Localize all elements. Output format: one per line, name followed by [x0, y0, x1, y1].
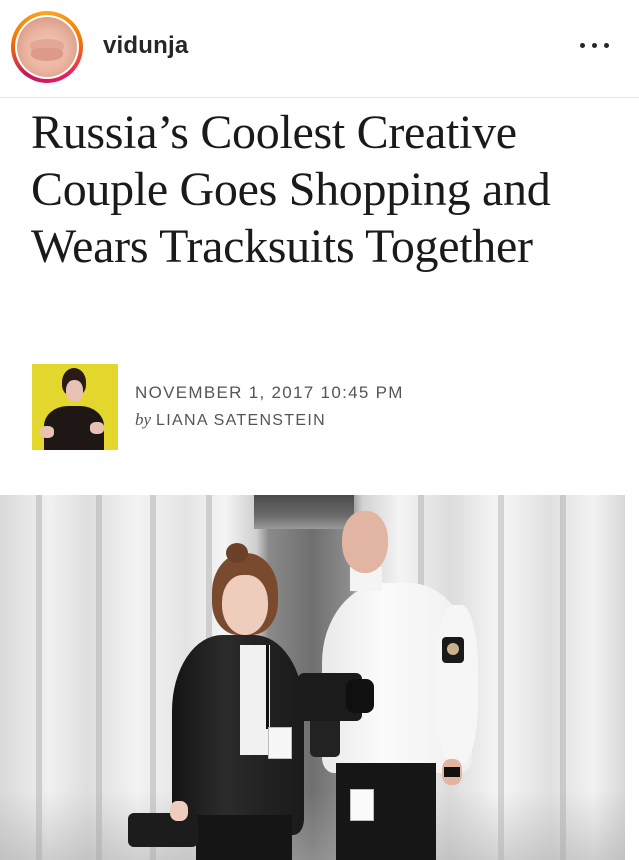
woman-hand: [170, 801, 188, 821]
ellipsis-dot: [592, 43, 597, 48]
article-date: NOVEMBER 1, 2017 10:45 PM: [135, 383, 404, 402]
profile-avatar[interactable]: [11, 11, 83, 83]
camera-icon: [128, 813, 198, 847]
avatar-lips-lower: [31, 48, 63, 61]
woman-hair-bun: [226, 543, 248, 563]
woman-face: [222, 575, 268, 635]
author-photo: [32, 364, 118, 450]
woman-lanyard: [266, 645, 269, 729]
woman-badge: [268, 727, 292, 759]
post-header: vidunja: [0, 0, 639, 97]
man-arm: [436, 605, 478, 765]
username-link[interactable]: vidunja: [103, 32, 188, 60]
sleeve-patch-icon: [442, 637, 464, 663]
corridor-ceiling: [254, 495, 354, 529]
article-headline: Russia’s Coolest Creative Couple Goes Sh…: [31, 106, 551, 273]
author-photo-hand: [90, 422, 104, 434]
woman-pants: [196, 815, 292, 860]
floor: [0, 790, 625, 860]
avatar-image: [17, 17, 77, 77]
ellipsis-dot: [604, 43, 609, 48]
author-photo-hand: [40, 426, 54, 438]
camera-lens: [346, 679, 374, 713]
man-head: [342, 511, 388, 573]
author-name: LIANA SATENSTEIN: [156, 412, 326, 429]
watch-icon: [444, 767, 460, 777]
article-byline: by LIANA SATENSTEIN: [135, 410, 326, 430]
hero-photo: [0, 495, 625, 860]
ellipsis-icon: [580, 43, 585, 48]
man-tag: [350, 789, 374, 821]
byline-prefix: by: [135, 410, 152, 429]
header-divider: [0, 97, 639, 98]
camera-handle: [310, 715, 340, 757]
author-photo-face: [66, 380, 83, 402]
sleeve-patch-emblem: [447, 643, 459, 655]
more-options-button[interactable]: [578, 36, 612, 56]
avatar-frame: [15, 15, 79, 79]
